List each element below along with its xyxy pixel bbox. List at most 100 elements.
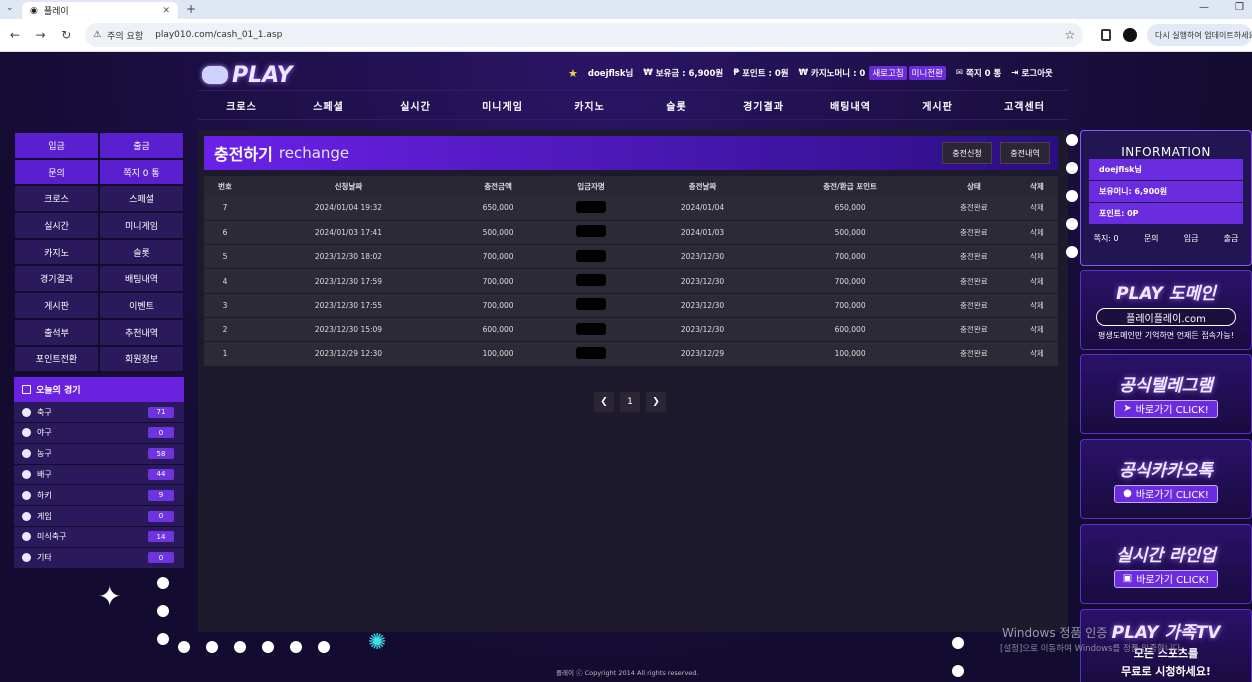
sidebar-menu-item[interactable]: 실시간 <box>14 212 99 239</box>
delete-button[interactable]: 삭제 <box>1015 317 1058 343</box>
table-cell: 2023/12/30 17:59 <box>246 268 451 294</box>
sidebar-menu-item[interactable]: 포인트전환 <box>14 345 99 373</box>
close-tab-icon[interactable]: ✕ <box>162 6 170 16</box>
update-button[interactable]: 다시 실행하여 업데이트하세요 <box>1147 24 1252 46</box>
game-count-badge: 0 <box>148 552 174 564</box>
table-cell: 650,000 <box>768 196 932 221</box>
nav-item-8[interactable]: 게시판 <box>894 91 981 119</box>
apply-recharge-button[interactable]: 충전신청 <box>942 142 992 164</box>
bookmark-star-icon[interactable]: ☆ <box>1065 28 1076 42</box>
mini-convert-button[interactable]: 미니전환 <box>908 66 946 80</box>
sidebar-menu-item[interactable]: 크로스 <box>14 185 99 213</box>
url-input[interactable]: ⚠ 주의 요함 play010.com/cash_01_1.asp ☆ <box>85 23 1084 47</box>
sidebar-menu-item[interactable]: 슬롯 <box>99 238 184 266</box>
nav-item-5[interactable]: 슬롯 <box>633 91 720 119</box>
game-category-row[interactable]: 야구 0 <box>14 422 184 444</box>
game-count-badge: 58 <box>148 448 174 460</box>
nav-item-6[interactable]: 경기결과 <box>720 91 807 119</box>
info-link[interactable]: 출금 <box>1224 233 1239 244</box>
site-logo[interactable]: PLAY <box>202 60 310 90</box>
sidebar-menu-item[interactable]: 배팅내역 <box>99 265 184 293</box>
game-category-row[interactable]: 미식축구 14 <box>14 526 184 548</box>
minimize-icon[interactable]: — <box>1199 2 1209 13</box>
sidebar-menu-item[interactable]: 경기결과 <box>14 265 99 293</box>
sidebar-menu-item[interactable]: 출석부 <box>14 318 99 346</box>
game-category-row[interactable]: 축구 71 <box>14 402 184 423</box>
info-link[interactable]: 쪽지: 0 <box>1094 233 1119 244</box>
info-money: 보유머니: 6,900원 <box>1089 181 1243 203</box>
warning-icon[interactable]: ⚠ <box>93 30 101 40</box>
info-link[interactable]: 입금 <box>1184 233 1199 244</box>
sidebar-menu-item[interactable]: 추천내역 <box>99 318 184 346</box>
live-lineup-banner[interactable]: 실시간 라인업 ▣ 바로가기 CLICK! <box>1080 524 1252 604</box>
recharge-history-button[interactable]: 충전내역 <box>1000 142 1050 164</box>
sidebar-menu-item[interactable]: 미니게임 <box>99 212 184 239</box>
game-count-badge: 71 <box>148 406 174 418</box>
delete-button[interactable]: 삭제 <box>1015 220 1058 246</box>
windows-activation-text: [설정]으로 이동하여 Windows를 정품 인증합니다. <box>1000 644 1184 654</box>
forward-icon[interactable]: → <box>28 28 54 42</box>
game-category-row[interactable]: 배구 44 <box>14 464 184 486</box>
sidebar-menu-item[interactable]: 문의 <box>14 158 99 186</box>
column-header: 입금자명 <box>545 176 637 196</box>
kakao-click-button[interactable]: ● 바로가기 CLICK! <box>1114 484 1218 503</box>
url-text[interactable]: play010.com/cash_01_1.asp <box>155 30 282 40</box>
nav-item-2[interactable]: 실시간 <box>372 91 459 119</box>
game-count-badge: 0 <box>148 427 174 439</box>
nav-item-4[interactable]: 카지노 <box>546 91 633 119</box>
refresh-button[interactable]: 새로고침 <box>869 66 907 80</box>
star-icon: ★ <box>568 66 578 80</box>
reload-icon[interactable]: ↻ <box>53 28 79 42</box>
delete-button[interactable]: 삭제 <box>1015 196 1058 221</box>
table-cell <box>545 244 637 270</box>
domain-banner[interactable]: PLAY 도메인 플레이플레이.com 평생도메인만 기억하면 언제든 접속가능… <box>1080 270 1252 350</box>
game-category-row[interactable]: 기타 0 <box>14 547 184 569</box>
info-point: 포인트: 0P <box>1089 203 1243 225</box>
table-cell: 2023/12/30 <box>636 317 769 343</box>
sidebar-menu-item[interactable]: 이벤트 <box>99 292 184 319</box>
telegram-banner[interactable]: 공식텔레그램 ➤ 바로가기 CLICK! <box>1080 354 1252 434</box>
game-category-row[interactable]: 하키 9 <box>14 485 184 507</box>
sidebar-menu-item[interactable]: 카지노 <box>14 238 99 266</box>
profile-avatar[interactable] <box>1123 28 1138 42</box>
browser-tab[interactable]: ◉ 플레이 ✕ <box>22 2 178 19</box>
sidebar-menu-item[interactable]: 입금 <box>14 132 99 159</box>
deco-dot <box>1066 218 1078 230</box>
telegram-click-button[interactable]: ➤ 바로가기 CLICK! <box>1114 399 1218 418</box>
deco-dot <box>234 641 246 653</box>
kakao-banner[interactable]: 공식카카오톡 ● 바로가기 CLICK! <box>1080 439 1252 519</box>
logout-icon: ⇥ <box>1011 68 1019 78</box>
logout-link[interactable]: 로그아웃 <box>1021 67 1052 79</box>
nav-item-3[interactable]: 미니게임 <box>459 91 546 119</box>
browser-tab-bar: ⌄ ◉ 플레이 ✕ + — ❐ <box>0 0 1252 19</box>
delete-button[interactable]: 삭제 <box>1015 268 1058 294</box>
live-click-button[interactable]: ▣ 바로가기 CLICK! <box>1113 569 1219 588</box>
info-link[interactable]: 문의 <box>1144 233 1159 244</box>
nav-item-9[interactable]: 고객센터 <box>981 91 1068 119</box>
sidebar-menu-item[interactable]: 출금 <box>99 132 184 159</box>
page-number[interactable]: 1 <box>620 392 640 412</box>
mail-icon: ✉ <box>955 68 964 78</box>
new-tab-button[interactable]: + <box>186 2 196 19</box>
delete-button[interactable]: 삭제 <box>1015 244 1058 270</box>
table-cell: 7 <box>204 196 247 221</box>
message-link[interactable]: 쪽지 0 통 <box>966 67 1001 79</box>
delete-button[interactable]: 삭제 <box>1015 293 1058 318</box>
delete-button[interactable]: 삭제 <box>1015 341 1058 367</box>
game-category-row[interactable]: 게임 0 <box>14 506 184 527</box>
restore-icon[interactable]: ❐ <box>1235 2 1244 13</box>
prev-page-icon[interactable]: ❮ <box>594 392 614 412</box>
game-category-row[interactable]: 농구 58 <box>14 443 184 465</box>
next-page-icon[interactable]: ❯ <box>646 392 666 412</box>
side-panel-icon[interactable] <box>1101 29 1112 41</box>
sidebar-menu-item[interactable]: 회원정보 <box>99 345 184 373</box>
sidebar-menu-item[interactable]: 쪽지 0 통 <box>99 158 184 186</box>
nav-item-1[interactable]: 스페셜 <box>285 91 372 119</box>
sidebar-menu-item[interactable]: 게시판 <box>14 292 99 319</box>
nav-item-0[interactable]: 크로스 <box>198 91 285 119</box>
nav-item-7[interactable]: 배팅내역 <box>807 91 894 119</box>
sidebar-menu-item[interactable]: 스페셜 <box>99 185 184 213</box>
tab-search-icon[interactable]: ⌄ <box>6 3 14 13</box>
back-icon[interactable]: ← <box>2 28 28 42</box>
security-warning[interactable]: 주의 요함 <box>107 29 143 42</box>
